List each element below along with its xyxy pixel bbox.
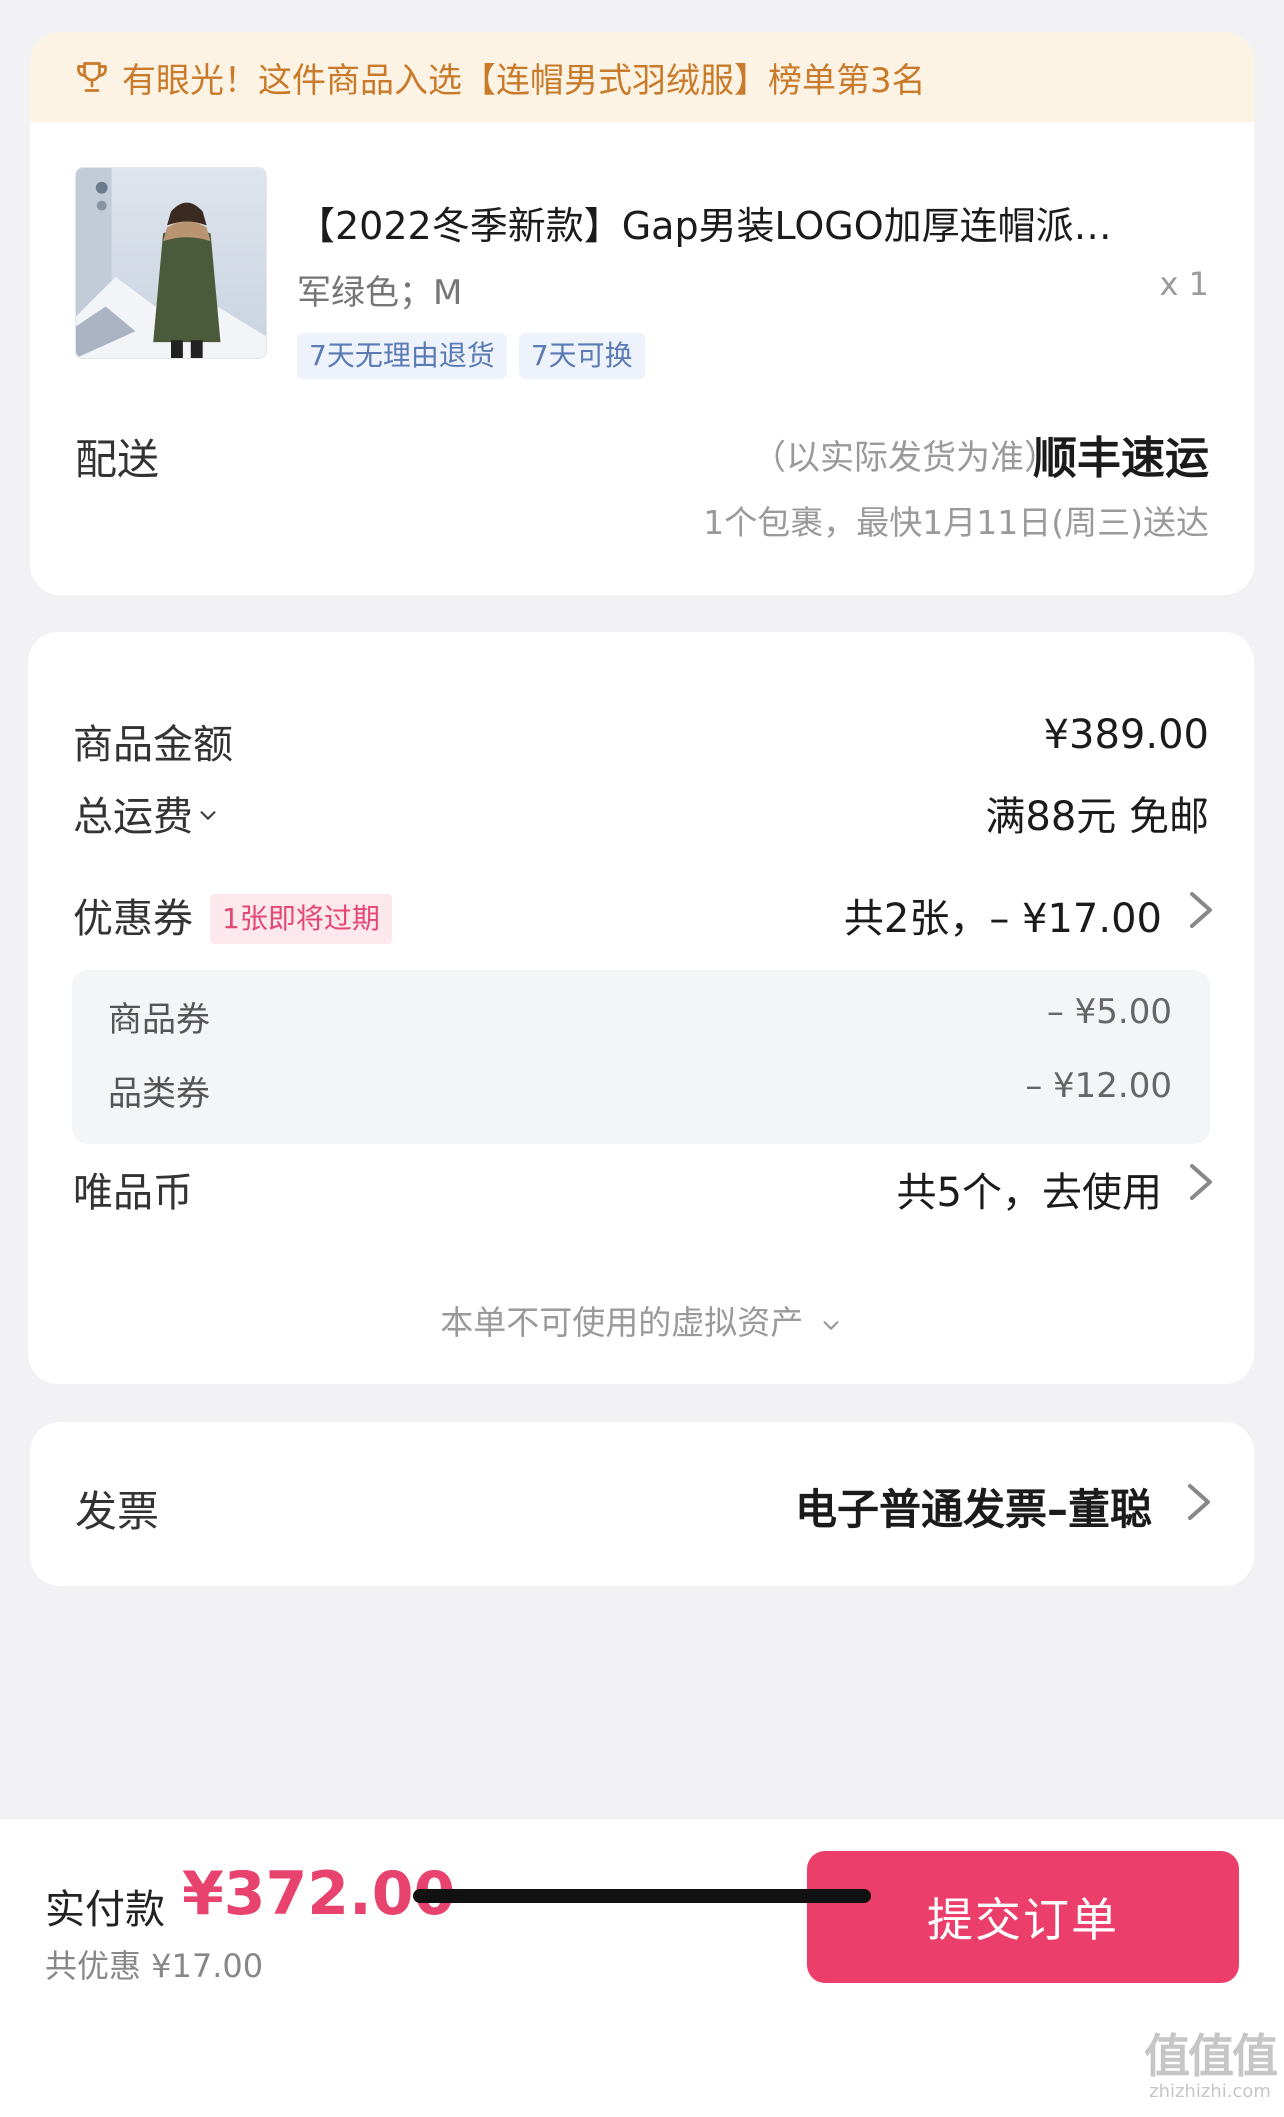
shipping-label: 总运费 [73, 794, 193, 840]
product-title[interactable]: 【2022冬季新款】Gap男装LOGO加厚连帽派… [297, 195, 1209, 250]
trophy-icon [77, 62, 107, 92]
tag-return: 7天无理由退货 [297, 333, 507, 379]
coupon-expiry-badge: 1张即将过期 [210, 894, 392, 944]
virtual-assets-label: 本单不可使用的虚拟资产 [440, 1303, 804, 1342]
goods-amount-value: ¥389.00 [1043, 712, 1209, 758]
checkout-bar: 实付款 ¥372.00 共优惠 ¥17.00 提交订单 [0, 1818, 1284, 2117]
shipping-toggle[interactable]: 总运费 [73, 784, 219, 842]
delivery-note: （以实际发货为准） [752, 438, 1058, 478]
ranking-banner[interactable]: 有眼光！这件商品入选【连帽男式羽绒服】榜单第3名 [30, 32, 1254, 122]
product-item[interactable]: 【2022冬季新款】Gap男装LOGO加厚连帽派… 军绿色；M x 1 7天无理… [75, 167, 1209, 379]
pay-label: 实付款 [45, 1887, 165, 1933]
coupon-item-label: 品类券 [108, 1074, 210, 1114]
discount-summary: 共优惠 ¥17.00 [45, 1947, 264, 1985]
delivery-eta: 1个包裹，最快1月11日(周三)送达 [703, 503, 1209, 542]
coupon-label: 优惠券 [73, 896, 193, 942]
product-spec: 军绿色；M [297, 273, 463, 313]
chevron-down-icon [823, 1320, 839, 1330]
order-confirm-page: 有眼光！这件商品入选【连帽男式羽绒服】榜单第3名 【2022冬季新款】Gap男装… [0, 0, 1284, 2117]
product-card: 有眼光！这件商品入选【连帽男式羽绒服】榜单第3名 【2022冬季新款】Gap男装… [30, 32, 1254, 595]
shipping-value: 满88元 免邮 [985, 794, 1209, 840]
product-quantity: x 1 [1159, 265, 1209, 303]
virtual-assets-toggle[interactable]: 本单不可使用的虚拟资产 [28, 1296, 1254, 1344]
coins-label: 唯品币 [73, 1170, 193, 1216]
chevron-down-icon [200, 811, 216, 820]
invoice-card[interactable]: 发票 电子普通发票–董聪 [30, 1422, 1254, 1586]
delivery-label: 配送 [75, 435, 160, 484]
coupon-item-value: – ¥5.00 [1046, 992, 1172, 1032]
chevron-right-icon[interactable] [1188, 890, 1214, 930]
coupon-detail-box: 商品券 – ¥5.00 品类券 – ¥12.00 [72, 970, 1210, 1144]
price-card: 商品金额 ¥389.00 总运费 满88元 免邮 优惠券 1张即将过期 共2张，… [28, 632, 1254, 1384]
invoice-value[interactable]: 电子普通发票–董聪 [795, 1476, 1152, 1537]
chevron-right-icon[interactable] [1186, 1482, 1212, 1522]
submit-order-button[interactable]: 提交订单 [807, 1851, 1239, 1983]
chevron-right-icon[interactable] [1188, 1162, 1214, 1202]
delivery-carrier: 顺丰速运 [1033, 433, 1209, 484]
watermark-url: zhizhizhi.com [1149, 2081, 1271, 2102]
watermark-logo: 值值值 [1144, 2029, 1278, 2083]
product-image [76, 168, 266, 358]
coins-value[interactable]: 共5个，去使用 [897, 1160, 1162, 1218]
ranking-text: 有眼光！这件商品入选【连帽男式羽绒服】榜单第3名 [122, 60, 926, 101]
invoice-label: 发票 [75, 1487, 160, 1536]
coupon-item-value: – ¥12.00 [1025, 1066, 1172, 1106]
service-tags: 7天无理由退货 7天可换 [297, 333, 645, 379]
goods-amount-label: 商品金额 [73, 722, 233, 768]
home-indicator[interactable] [413, 1889, 871, 1903]
coupon-item-label: 商品券 [108, 1000, 210, 1040]
coupon-value[interactable]: 共2张，– ¥17.00 [844, 886, 1162, 944]
watermark: 值值值 zhizhizhi.com [1144, 2029, 1278, 2102]
product-thumbnail[interactable] [75, 167, 267, 359]
tag-exchange: 7天可换 [518, 333, 645, 379]
